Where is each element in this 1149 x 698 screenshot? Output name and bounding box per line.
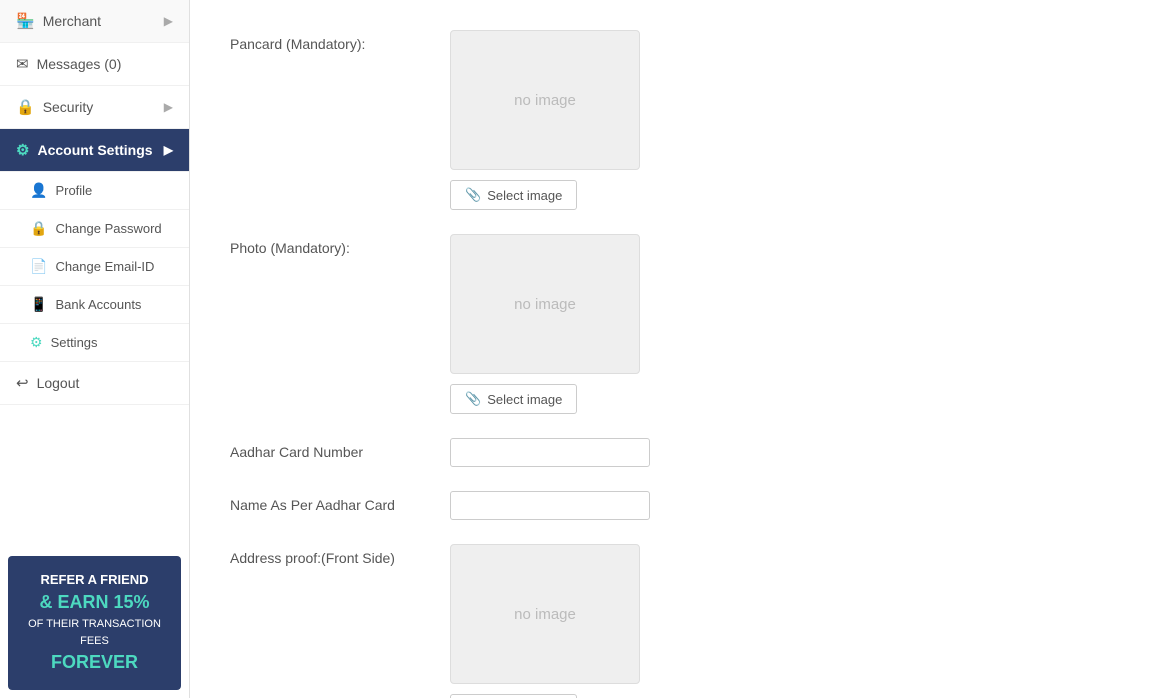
photo-no-image-text: no image (514, 296, 576, 313)
sidebar-item-label: Merchant (43, 13, 101, 29)
chevron-right-icon: ▶ (164, 143, 173, 157)
clip-icon: 📎 (465, 391, 481, 407)
settings-icon: ⚙ (30, 334, 43, 351)
security-icon: 🔒 (16, 98, 35, 116)
sidebar-sub-item-change-password[interactable]: 🔒 Change Password (0, 210, 189, 248)
referral-line1: REFER A FRIEND (18, 570, 171, 590)
sidebar-sub-item-change-email[interactable]: 📄 Change Email-ID (0, 248, 189, 286)
sidebar-item-label: Logout (37, 375, 80, 391)
pancard-label: Pancard (Mandatory): (230, 30, 450, 52)
aadhar-number-input[interactable] (450, 438, 650, 467)
pancard-control: no image 📎 Select image (450, 30, 950, 210)
aadhar-name-row: Name As Per Aadhar Card (230, 491, 1109, 520)
sidebar-item-label: Security (43, 99, 94, 115)
address-front-control: no image 📎 Select image (450, 544, 950, 698)
referral-line4: FOREVER (18, 649, 171, 676)
aadhar-number-label: Aadhar Card Number (230, 438, 450, 460)
aadhar-name-input[interactable] (450, 491, 650, 520)
sidebar-sub-item-bank-accounts[interactable]: 📱 Bank Accounts (0, 286, 189, 324)
photo-select-image-button[interactable]: 📎 Select image (450, 384, 577, 414)
bank-icon: 📱 (30, 296, 47, 313)
sidebar-sub-item-label: Change Email-ID (55, 259, 154, 274)
sidebar-item-label: Account Settings (37, 142, 152, 158)
sidebar-item-merchant[interactable]: 🏪 Merchant ▶ (0, 0, 189, 43)
photo-label: Photo (Mandatory): (230, 234, 450, 256)
pancard-no-image-text: no image (514, 92, 576, 109)
referral-line3: OF THEIR TRANSACTION FEES (18, 616, 171, 649)
sidebar-item-label: Messages (0) (37, 56, 122, 72)
messages-icon: ✉ (16, 55, 29, 73)
aadhar-number-control (450, 438, 950, 467)
photo-select-image-label: Select image (487, 392, 562, 407)
address-front-select-image-button[interactable]: 📎 Select image (450, 694, 577, 698)
sidebar-sub-item-label: Profile (55, 183, 92, 198)
photo-control: no image 📎 Select image (450, 234, 950, 414)
logout-icon: ↩ (16, 374, 29, 392)
sidebar-sub-item-settings[interactable]: ⚙ Settings (0, 324, 189, 362)
sidebar-item-security[interactable]: 🔒 Security ▶ (0, 86, 189, 129)
aadhar-name-label: Name As Per Aadhar Card (230, 491, 450, 513)
address-front-label: Address proof:(Front Side) (230, 544, 450, 566)
clip-icon: 📎 (465, 187, 481, 203)
address-front-row: Address proof:(Front Side) no image 📎 Se… (230, 544, 1109, 698)
referral-banner: REFER A FRIEND & EARN 15% OF THEIR TRANS… (8, 556, 181, 691)
pancard-select-image-label: Select image (487, 188, 562, 203)
sidebar-item-account-settings[interactable]: ⚙ Account Settings ▶ (0, 129, 189, 172)
sidebar-sub-item-label: Settings (51, 335, 98, 350)
sidebar-item-messages[interactable]: ✉ Messages (0) (0, 43, 189, 86)
pancard-image-placeholder: no image (450, 30, 640, 170)
photo-row: Photo (Mandatory): no image 📎 Select ima… (230, 234, 1109, 414)
main-content: Pancard (Mandatory): no image 📎 Select i… (190, 0, 1149, 698)
photo-image-placeholder: no image (450, 234, 640, 374)
sidebar-sub-item-label: Change Password (55, 221, 161, 236)
chevron-right-icon: ▶ (164, 14, 173, 28)
aadhar-number-row: Aadhar Card Number (230, 438, 1109, 467)
pancard-select-image-button[interactable]: 📎 Select image (450, 180, 577, 210)
pancard-row: Pancard (Mandatory): no image 📎 Select i… (230, 30, 1109, 210)
referral-line2: & EARN 15% (18, 589, 171, 616)
aadhar-name-control (450, 491, 950, 520)
account-settings-icon: ⚙ (16, 141, 29, 159)
email-icon: 📄 (30, 258, 47, 275)
address-front-image-placeholder: no image (450, 544, 640, 684)
lock-icon: 🔒 (30, 220, 47, 237)
sidebar: 🏪 Merchant ▶ ✉ Messages (0) 🔒 Security ▶… (0, 0, 190, 698)
sidebar-sub-item-profile[interactable]: 👤 Profile (0, 172, 189, 210)
sidebar-sub-item-label: Bank Accounts (55, 297, 141, 312)
merchant-icon: 🏪 (16, 12, 35, 30)
chevron-right-icon: ▶ (164, 100, 173, 114)
sidebar-item-logout[interactable]: ↩ Logout (0, 362, 189, 405)
address-front-no-image-text: no image (514, 606, 576, 623)
profile-icon: 👤 (30, 182, 47, 199)
